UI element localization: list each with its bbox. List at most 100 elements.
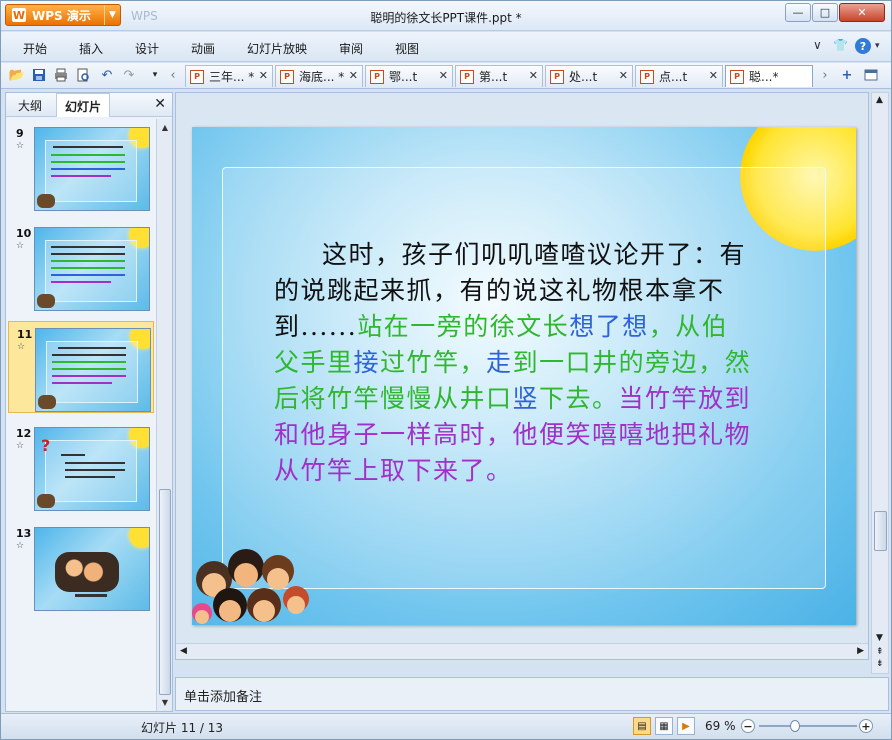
ppt-file-icon: P xyxy=(730,69,744,84)
doc-tab-2[interactable]: P 海底... * ✕ xyxy=(275,65,363,87)
app-window: W WPS 演示 ▼ WPS 聪明的徐文长PPT课件.ppt * — □ ✕ 开… xyxy=(0,0,892,740)
menu-slideshow[interactable]: 幻灯片放映 xyxy=(247,40,307,57)
ppt-file-icon: P xyxy=(190,69,204,84)
doc-tab-7-active[interactable]: P 聪...* xyxy=(725,65,813,87)
zoom-slider-knob[interactable] xyxy=(789,720,800,732)
slide-thumbnail[interactable]: 13 ☆ xyxy=(8,521,154,613)
menu-view[interactable]: 视图 xyxy=(395,40,419,57)
tab-close-icon[interactable]: ✕ xyxy=(619,69,628,82)
ppt-file-icon: P xyxy=(460,69,474,84)
tab-outline[interactable]: 大纲 xyxy=(18,97,42,114)
save-icon[interactable] xyxy=(31,67,47,83)
slide-thumbnail-list: 9 ☆ 10 ☆ 11 ☆ 12 ☆ ? 13 ☆ xyxy=(6,119,156,711)
ppt-file-icon: P xyxy=(550,69,564,84)
doc-tab-4[interactable]: P 第...t ✕ xyxy=(455,65,543,87)
scroll-thumb[interactable] xyxy=(159,489,171,695)
scroll-thumb[interactable] xyxy=(874,511,887,551)
pane-tabs: 大纲 幻灯片 ✕ xyxy=(6,93,172,117)
document-title: 聪明的徐文长PPT课件.ppt * xyxy=(370,11,522,25)
scroll-down-icon[interactable]: ▼ xyxy=(876,633,883,643)
slide-position: 幻灯片 11 / 13 xyxy=(141,721,224,735)
slide-number: 10 xyxy=(16,227,32,240)
doc-tab-3[interactable]: P 鄂...t ✕ xyxy=(365,65,453,87)
zoom-level: 69 % xyxy=(705,719,736,733)
thumbnail-preview xyxy=(34,527,150,611)
doc-tab-5[interactable]: P 处...t ✕ xyxy=(545,65,633,87)
horizontal-scrollbar[interactable]: ◀ ▶ xyxy=(176,643,868,659)
menu-design[interactable]: 设计 xyxy=(135,40,159,57)
tab-list-icon[interactable] xyxy=(863,67,879,83)
text-blue: 想了想 xyxy=(569,312,649,341)
slide-thumbnail[interactable]: 10 ☆ xyxy=(8,221,154,313)
menu-insert[interactable]: 插入 xyxy=(79,40,103,57)
slide-thumbnail-selected[interactable]: 11 ☆ xyxy=(8,321,154,413)
vertical-scrollbar[interactable]: ▲ ▼ ⇞ ⇟ xyxy=(871,92,889,674)
collapse-ribbon-icon[interactable]: ∨ xyxy=(813,38,822,52)
notes-field[interactable]: 单击添加备注 xyxy=(175,677,889,711)
menu-start[interactable]: 开始 xyxy=(23,40,47,57)
slides-pane: 大纲 幻灯片 ✕ 9 ☆ 10 ☆ 11 ☆ 12 ☆ ? 13 ☆ ▲ ▼ xyxy=(5,92,173,712)
menu-animation[interactable]: 动画 xyxy=(191,40,215,57)
tab-close-icon[interactable]: ✕ xyxy=(349,69,358,82)
slide-body-text[interactable]: 这时，孩子们叽叽喳喳议论开了：有的说跳起来抓，有的说这礼物根本拿不到......… xyxy=(274,237,754,489)
ppt-file-icon: P xyxy=(370,69,384,84)
title-bar: W WPS 演示 ▼ WPS 聪明的徐文长PPT课件.ppt * — □ ✕ xyxy=(1,1,891,31)
text-blue: 走 xyxy=(486,348,513,377)
tab-close-icon[interactable]: ✕ xyxy=(709,69,718,82)
animation-star-icon: ☆ xyxy=(16,141,25,151)
redo-icon[interactable]: ↷ xyxy=(121,67,137,83)
slide-thumbnail[interactable]: 12 ☆ ? xyxy=(8,421,154,513)
animation-star-icon: ☆ xyxy=(16,441,25,451)
close-pane-icon[interactable]: ✕ xyxy=(154,96,166,112)
scroll-left-icon[interactable]: ◀ xyxy=(180,646,187,656)
slide-number: 11 xyxy=(17,328,33,341)
normal-view-icon[interactable]: ▤ xyxy=(633,717,651,735)
thumbnail-preview xyxy=(34,227,150,311)
scroll-right-icon[interactable]: ▶ xyxy=(857,646,864,656)
undo-icon[interactable]: ↶ xyxy=(99,67,115,83)
slide-sorter-icon[interactable]: ▦ xyxy=(655,717,673,735)
tabs-left-icon[interactable]: ‹ xyxy=(165,67,181,83)
zoom-out-button[interactable]: − xyxy=(741,719,755,733)
help-dropdown-icon[interactable]: ▾ xyxy=(875,41,880,51)
next-slide-icon[interactable]: ⇟ xyxy=(876,659,884,669)
minimize-button[interactable]: — xyxy=(785,3,811,22)
zoom-slider[interactable] xyxy=(759,720,857,732)
menu-review[interactable]: 审阅 xyxy=(339,40,363,57)
doc-tab-1[interactable]: P 三年... * ✕ xyxy=(185,65,273,87)
slide-number: 12 xyxy=(16,427,32,440)
current-slide[interactable]: 这时，孩子们叽叽喳喳议论开了：有的说跳起来抓，有的说这礼物根本拿不到......… xyxy=(192,127,856,625)
animation-star-icon: ☆ xyxy=(16,541,25,551)
text-green: 过竹竿， xyxy=(380,348,487,377)
help-icon[interactable]: ? xyxy=(855,38,871,54)
ppt-file-icon: P xyxy=(640,69,654,84)
toolbar-dropdown-icon[interactable]: ▾ xyxy=(147,67,163,83)
notes-placeholder: 单击添加备注 xyxy=(184,690,263,705)
maximize-button[interactable]: □ xyxy=(812,3,838,22)
tabs-right-icon[interactable]: › xyxy=(817,67,833,83)
scroll-down-icon[interactable]: ▼ xyxy=(158,695,172,709)
slideshow-icon[interactable]: ▶ xyxy=(677,717,695,735)
scroll-up-icon[interactable]: ▲ xyxy=(158,120,172,134)
open-folder-icon[interactable]: 📂 xyxy=(9,67,25,83)
skin-icon[interactable]: 👕 xyxy=(833,38,848,52)
doc-tab-6[interactable]: P 点...t ✕ xyxy=(635,65,723,87)
print-preview-icon[interactable] xyxy=(75,67,91,83)
text-blue: 接 xyxy=(353,348,381,377)
print-icon[interactable] xyxy=(53,67,69,83)
thumbnail-scrollbar[interactable]: ▲ ▼ xyxy=(156,119,172,711)
new-tab-icon[interactable]: + xyxy=(839,67,855,83)
thumbnail-preview xyxy=(34,127,150,211)
tab-slides[interactable]: 幻灯片 xyxy=(56,93,111,117)
tab-close-icon[interactable]: ✕ xyxy=(529,69,538,82)
tab-close-icon[interactable]: ✕ xyxy=(439,69,448,82)
close-button[interactable]: ✕ xyxy=(839,3,885,22)
slide-number: 9 xyxy=(16,127,24,140)
scroll-up-icon[interactable]: ▲ xyxy=(876,95,883,105)
tab-close-icon[interactable]: ✕ xyxy=(259,69,268,82)
prev-slide-icon[interactable]: ⇞ xyxy=(876,647,884,657)
children-illustration xyxy=(192,549,309,624)
zoom-in-button[interactable]: + xyxy=(859,719,873,733)
text-blue: 竖 xyxy=(512,384,540,413)
slide-thumbnail[interactable]: 9 ☆ xyxy=(8,121,154,213)
